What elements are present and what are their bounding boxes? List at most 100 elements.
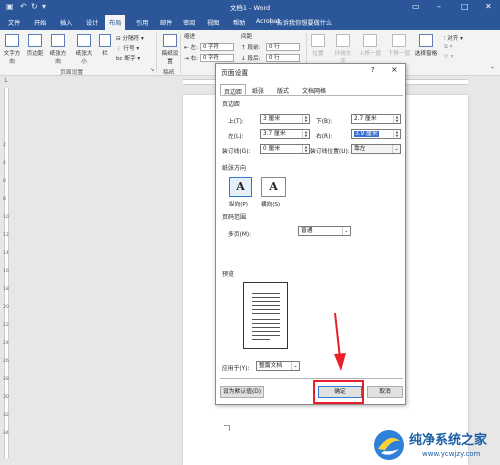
gutter-input[interactable]: 0 厘米 ▲ ▼	[260, 144, 310, 154]
tab-selector-icon[interactable]: └	[3, 78, 7, 86]
indent-left-input[interactable]: 0 字符	[200, 43, 234, 51]
multiple-pages-label: 多页(M):	[228, 232, 252, 238]
position-button[interactable]: 位置	[310, 34, 326, 57]
tab-doc-grid[interactable]: 文档网格	[299, 84, 329, 95]
bring-forward-button[interactable]: 上移一层	[358, 34, 382, 57]
send-backward-button[interactable]: 下移一层	[387, 34, 411, 57]
tab-help[interactable]: 帮助	[229, 17, 249, 28]
tell-me-text: 告诉我你想要做什么	[276, 20, 333, 27]
group-icon[interactable]: ⧉ ▾	[444, 44, 453, 51]
spinner-icon[interactable]: ▲ ▼	[393, 130, 400, 138]
top-margin-input[interactable]: 3 厘米 ▲ ▼	[260, 114, 310, 124]
portrait-button[interactable]: A	[229, 177, 252, 197]
tab-view[interactable]: 视图	[203, 17, 223, 28]
tab-mailings[interactable]: 邮件	[156, 17, 176, 28]
tell-me-box[interactable]: ♡ 告诉我你想要做什么	[269, 18, 332, 27]
page-preview	[243, 282, 288, 349]
line-numbers-button[interactable]: ⋮ 行号 ▾	[116, 44, 139, 52]
indent-right-text: 右:	[190, 56, 198, 62]
preview-line	[252, 305, 280, 306]
indent-right-input[interactable]: 0 字符	[200, 54, 234, 62]
ruler-number: 14	[3, 251, 9, 256]
orientation-button[interactable]: 纸张方向	[47, 34, 69, 65]
align-button[interactable]: ⫶ 对齐 ▾	[444, 34, 463, 43]
spacing-before-label: ↑ 段前:	[241, 45, 261, 51]
pages-section-title: 页码范围	[222, 214, 247, 221]
left-margin-value: 3.7 厘米	[263, 131, 286, 137]
multiple-pages-select[interactable]: 普通 ⌄	[298, 226, 351, 236]
text-direction-button[interactable]: 文字方向	[2, 34, 22, 65]
tab-home[interactable]: 开始	[30, 17, 50, 28]
tab-references[interactable]: 引用	[132, 17, 152, 28]
bottom-label: 下(B):	[316, 119, 333, 125]
cancel-button[interactable]: 取消	[367, 386, 403, 398]
watermark-url: www.ycwjzy.com	[422, 450, 481, 458]
tab-insert[interactable]: 插入	[56, 17, 76, 28]
size-button[interactable]: 纸张大小	[73, 34, 95, 65]
tab-design[interactable]: 设计	[82, 17, 102, 28]
send-backward-label: 下移一层	[387, 51, 411, 57]
line-numbers-label: 行号	[123, 46, 135, 52]
bottom-margin-input[interactable]: 2.7 厘米 ▲ ▼	[351, 114, 401, 124]
set-default-button[interactable]: 设为默认值(D)	[220, 386, 264, 398]
preview-line	[252, 313, 280, 314]
crop-mark	[224, 425, 230, 431]
minimize-icon[interactable]: –	[437, 2, 441, 11]
right-margin-input[interactable]: 3.9 厘米 ▲ ▼	[351, 129, 401, 139]
close-icon[interactable]: ×	[391, 65, 398, 74]
collapse-ribbon-icon[interactable]: ⌃	[490, 67, 495, 73]
wrap-text-button[interactable]: 环绕文字	[332, 34, 354, 65]
tab-review[interactable]: 审阅	[179, 17, 199, 28]
page-setup-group-label: 页面设置	[60, 70, 84, 76]
draft-settings-icon	[163, 34, 177, 47]
close-window-icon[interactable]: ✕	[485, 2, 492, 11]
top-label: 上(T):	[228, 119, 244, 125]
spacing-after-input[interactable]: 0 行	[266, 54, 300, 62]
title-bar: ▣ ↶ ↻ ▾ 文档1 - Word ▭ – □ ✕	[0, 0, 500, 14]
breaks-button[interactable]: ⊟ 分隔符 ▾	[116, 34, 144, 42]
page-setup-launcher-icon[interactable]: ↘	[150, 67, 154, 73]
draft-settings-button[interactable]: 稿纸设置	[160, 34, 180, 65]
tab-layout-dialog[interactable]: 版式	[274, 84, 292, 95]
tab-paper[interactable]: 纸张	[249, 84, 267, 95]
margins-button[interactable]: 页边距	[26, 34, 44, 57]
spinner-icon[interactable]: ▲ ▼	[302, 145, 309, 153]
columns-button[interactable]: 栏	[98, 34, 112, 57]
portrait-icon: A	[236, 180, 245, 193]
orientation-section-title: 纸张方向	[222, 165, 247, 172]
highlight-box	[313, 380, 364, 404]
rotate-icon[interactable]: ⟳ ▾	[444, 54, 453, 60]
window-title: 文档1 - Word	[229, 4, 271, 12]
orientation-label: 纸张方向	[49, 51, 67, 65]
tab-margins[interactable]: 页边距	[220, 84, 247, 96]
footer-divider	[220, 378, 403, 379]
spinner-icon[interactable]: ▲ ▼	[393, 115, 400, 123]
selection-pane-button[interactable]: 选择窗格	[414, 34, 438, 57]
ruler-number: 28	[3, 377, 9, 382]
spinner-icon[interactable]: ▲ ▼	[302, 130, 309, 138]
apply-to-select[interactable]: 整篇文档 ⌄	[256, 361, 300, 371]
spacing-before-input[interactable]: 0 行	[266, 43, 300, 51]
tab-layout[interactable]: 布局	[105, 15, 126, 30]
apply-to-label: 应用于(Y):	[222, 366, 250, 372]
hyphenation-button[interactable]: bc 断字 ▾	[116, 54, 140, 62]
orientation-icon	[51, 34, 65, 47]
landscape-button[interactable]: A	[261, 177, 286, 197]
ruler-number: 18	[3, 287, 9, 292]
ribbon-tabs: 文件 开始 插入 设计 布局 引用 邮件 审阅 视图 帮助 Acrobat ♡ …	[0, 14, 500, 30]
portrait-label: 纵向(P)	[229, 202, 248, 208]
gutter-position-select[interactable]: 靠左 ⌄	[351, 144, 401, 154]
spinner-icon[interactable]: ▲ ▼	[302, 115, 309, 123]
preview-line	[252, 293, 280, 294]
maximize-icon[interactable]: □	[461, 2, 469, 11]
spacing-before-text: 段前:	[247, 45, 261, 51]
spacing-header: 间距	[241, 34, 253, 40]
indent-header: 缩进	[184, 34, 196, 40]
tab-file[interactable]: 文件	[4, 17, 24, 28]
ruler-number: 4	[3, 161, 6, 166]
ribbon-display-icon[interactable]: ▭	[412, 2, 420, 11]
help-icon[interactable]: ?	[371, 66, 375, 74]
selection-pane-icon	[419, 34, 433, 47]
ruler-number: 24	[3, 341, 9, 346]
left-margin-input[interactable]: 3.7 厘米 ▲ ▼	[260, 129, 310, 139]
